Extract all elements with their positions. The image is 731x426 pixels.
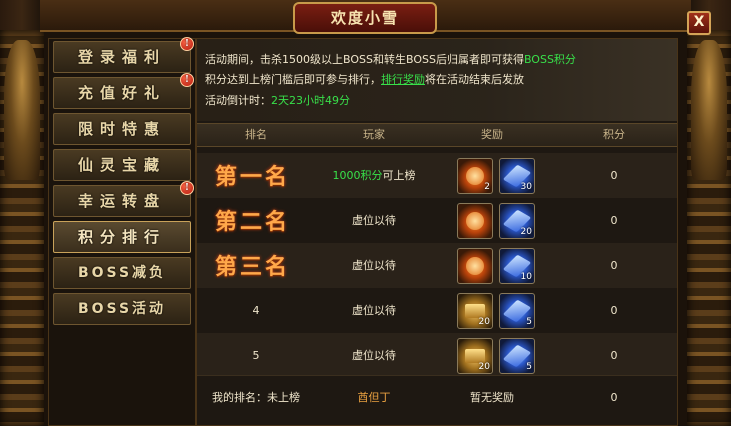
description-text: 将在活动结束后发放 [425,73,524,86]
description-line-2: 积分达到上榜门槛后即可参与排行，排行奖励将在活动结束后发放 [205,71,524,87]
table-row: 5 虚位以待 20 5 0 [197,333,677,378]
player-cell: 1000积分可上榜 [315,153,433,198]
ranking-table-header: 排名 玩家 奖励 积分 [197,123,677,147]
sidebar-item-recharge-gift[interactable]: 充值好礼 ! [53,73,194,109]
left-statue-icon [4,40,40,180]
item-count: 20 [520,227,532,237]
rank-cell: 4 [252,304,260,317]
countdown-value: 2天23小时49分 [271,94,350,107]
player-cell: 虚位以待 [352,214,396,227]
sidebar-item-label: 积分排行 [77,228,166,246]
fire-orb-icon[interactable]: 2 [457,158,493,194]
blue-crystal-icon[interactable]: 5 [499,338,535,374]
score-cell: 0 [610,169,618,182]
item-count: 2 [484,182,490,192]
player-text: 可上榜 [382,169,416,182]
item-count: 10 [520,272,532,282]
table-row: 第一名 1000积分可上榜 2 30 0 [197,153,677,198]
blue-crystal-icon[interactable]: 5 [499,293,535,329]
blue-crystal-icon[interactable]: 30 [499,158,535,194]
rank-title: 第三名 [215,254,291,280]
item-count: 20 [478,362,490,372]
sidebar: 登录福利 ! 充值好礼 ! 限时特惠 仙灵宝藏 幸运转盘 ! 积分排行 BOSS… [48,37,196,426]
notification-badge: ! [180,37,194,51]
countdown-label: 活动倒计时： [205,94,271,107]
gold-chest-icon[interactable]: 20 [457,293,493,329]
sidebar-item-login-bonus[interactable]: 登录福利 ! [53,37,194,73]
player-cell: 虚位以待 [352,304,396,317]
score-cell: 0 [610,349,618,362]
sidebar-item-limited-sale[interactable]: 限时特惠 [53,113,191,145]
rank-title: 第二名 [215,209,291,235]
sidebar-item-label: 充值好礼 [77,84,166,102]
score-cell: 0 [610,304,618,317]
ranking-reward-link[interactable]: 排行奖励 [381,73,425,86]
table-row: 第三名 虚位以待 10 0 [197,243,677,288]
sidebar-item-label: BOSS活动 [77,301,167,317]
description-text: 活动期间，击杀1500级以上BOSS和转生BOSS后归属者即可获得 [205,53,524,66]
column-header-rank: 排名 [245,128,267,141]
column-header-player: 玩家 [363,128,385,141]
my-player-name: 酋但丁 [357,391,391,404]
player-cell: 虚位以待 [352,349,396,362]
column-header-reward: 奖励 [481,128,503,141]
right-statue-icon [691,40,727,180]
column-header-score: 积分 [603,128,625,141]
fire-orb-icon[interactable] [457,248,493,284]
left-pillar-ornament [0,30,44,426]
countdown: 活动倒计时：2天23小时49分 [205,92,350,108]
event-description: 活动期间，击杀1500级以上BOSS和转生BOSS后归属者即可获得BOSS积分 … [197,39,677,121]
my-rank-label: 我的排名：未上榜 [212,391,300,404]
my-reward: 暂无奖励 [470,391,514,404]
notification-badge: ! [180,181,194,195]
rank-cell: 5 [252,349,260,362]
score-cell: 0 [610,259,618,272]
item-count: 30 [520,182,532,192]
rank-title: 第一名 [215,164,291,190]
sidebar-item-spirit-treasure[interactable]: 仙灵宝藏 [53,149,191,181]
item-count: 5 [526,362,532,372]
description-text: 积分达到上榜门槛后即可参与排行， [205,73,381,86]
sidebar-item-label: 幸运转盘 [77,192,166,210]
boss-score-highlight: BOSS积分 [523,53,576,66]
player-cell: 虚位以待 [352,259,396,272]
sidebar-item-label: BOSS减负 [77,265,167,281]
main-panel: 活动期间，击杀1500级以上BOSS和转生BOSS后归属者即可获得BOSS积分 … [196,38,678,426]
item-count: 20 [478,317,490,327]
close-button[interactable]: X [687,11,711,35]
table-row: 第二名 虚位以待 20 0 [197,198,677,243]
my-score: 0 [610,391,618,404]
sidebar-item-boss-reduce[interactable]: BOSS减负 [53,257,191,289]
sidebar-item-label: 限时特惠 [77,120,166,138]
fire-orb-icon[interactable] [457,203,493,239]
table-row: 4 虚位以待 20 5 0 [197,288,677,333]
right-pillar-ornament [687,30,731,426]
threshold-highlight: 1000积分 [332,169,383,182]
my-rank-row: 我的排名：未上榜 酋但丁 暂无奖励 0 [197,375,677,420]
gold-chest-icon[interactable]: 20 [457,338,493,374]
sidebar-item-label: 仙灵宝藏 [77,156,166,174]
description-line-1: 活动期间，击杀1500级以上BOSS和转生BOSS后归属者即可获得BOSS积分 [205,51,576,67]
score-cell: 0 [610,214,618,227]
sidebar-item-score-ranking[interactable]: 积分排行 [53,221,191,253]
sidebar-item-lucky-wheel[interactable]: 幸运转盘 ! [53,181,194,217]
sidebar-item-label: 登录福利 [77,48,166,66]
blue-crystal-icon[interactable]: 10 [499,248,535,284]
sidebar-item-boss-event[interactable]: BOSS活动 [53,293,191,325]
item-count: 5 [526,317,532,327]
blue-crystal-icon[interactable]: 20 [499,203,535,239]
notification-badge: ! [180,73,194,87]
window-title: 欢度小雪 [293,2,437,34]
